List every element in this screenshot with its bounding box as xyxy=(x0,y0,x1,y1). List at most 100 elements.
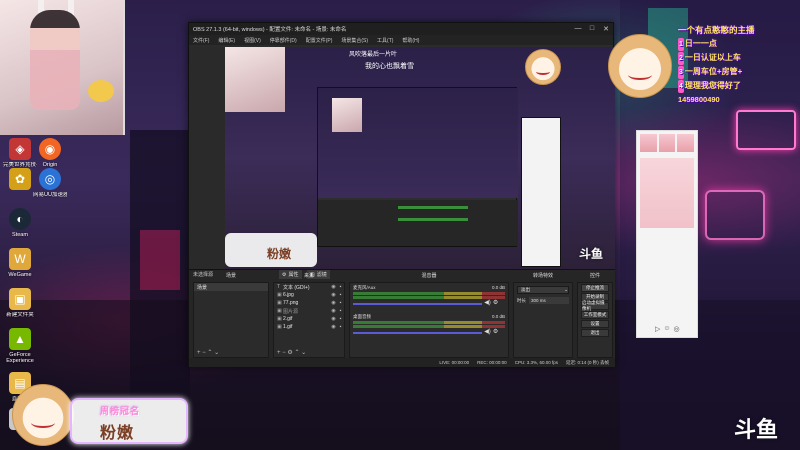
menu-view[interactable]: 视图(V) xyxy=(244,37,261,44)
uu-booster-icon: ◎ xyxy=(39,168,61,190)
stream-notice-overlay: 一个有点憨憨的主播 1 日一一点 2 一日认证以上车 3 一周车位+房管+ 4 理理我您… xyxy=(678,24,800,106)
gear-icon[interactable]: ⚙ xyxy=(493,299,498,306)
close-button[interactable]: ✕ xyxy=(599,25,613,33)
volume-slider[interactable] xyxy=(353,302,483,305)
speaker-icon[interactable]: ◀) xyxy=(484,328,491,335)
desktop-icon-geforce[interactable]: ▲ GeForce Experience xyxy=(3,328,37,365)
remove-icon[interactable]: − xyxy=(282,350,286,356)
volume-meter xyxy=(353,325,505,328)
notice-number: 2 xyxy=(678,52,684,65)
obs-preview[interactable]: 风吹落最后一片叶 我的心也飘着雪 粉嫩 斗鱼 xyxy=(225,47,615,269)
speaker-icon[interactable]: ◀) xyxy=(484,299,491,306)
badge-title: 周榜冠名 xyxy=(100,406,141,416)
desktop-icon-perfect-world[interactable]: ◈ 完美世界竞技平台 xyxy=(3,138,37,168)
settings-button[interactable]: 设置 xyxy=(581,320,609,328)
notice-text: 理理我您得好了 xyxy=(684,81,741,90)
menu-file[interactable]: 文件(F) xyxy=(193,37,209,44)
record-icon[interactable]: ◎ xyxy=(674,325,680,333)
eye-icon[interactable]: ◉ xyxy=(330,292,337,298)
desktop-icon-wegame[interactable]: W WeGame xyxy=(3,248,37,278)
menu-docks[interactable]: 停靠部件(D) xyxy=(270,37,297,44)
scene-name: 场景 xyxy=(197,284,208,291)
duration-row: 时长 300 ms xyxy=(517,297,569,304)
obs-titlebar[interactable]: OBS 27.1.3 (64-bit, windows) - 配置文件: 未命名… xyxy=(189,23,613,35)
menu-scene-collection[interactable]: 场景集合(S) xyxy=(341,37,368,44)
menu-tools[interactable]: 工具(T) xyxy=(377,37,393,44)
scenes-header: 场景 xyxy=(225,273,236,279)
obs-preview-side-area xyxy=(189,47,225,269)
lock-icon[interactable]: ▪ xyxy=(337,300,344,306)
chat-panel: ▷ ☺ ◎ xyxy=(636,130,698,338)
notice-text: 日一一点 xyxy=(684,39,717,48)
menu-profile[interactable]: 配置文件(P) xyxy=(306,37,333,44)
folder-icon: ▣ xyxy=(9,288,31,310)
chat-tools: ▷ ☺ ◎ xyxy=(655,325,680,333)
minimize-button[interactable]: — xyxy=(571,25,585,33)
transition-select[interactable]: 淡出 ⌄ xyxy=(517,286,569,294)
badge-name: 粉嫩 xyxy=(100,425,135,442)
perfect-world-icon: ◈ xyxy=(9,138,31,160)
preview-webcam xyxy=(225,47,285,112)
source-item[interactable]: ▣ 2.gif ◉ ▪ xyxy=(274,315,344,323)
notice-text: 一周车位+房管+ xyxy=(684,67,743,76)
notice-line: 4 理理我您得好了 xyxy=(678,79,800,93)
source-item[interactable]: ▣ 图片源 ◉ ▪ xyxy=(274,307,344,315)
chevron-down-icon: ⌄ xyxy=(564,287,568,292)
source-item[interactable]: ▣ 1.gif ◉ ▪ xyxy=(274,323,344,331)
live-timer: LIVE: 00:00:00 xyxy=(439,360,470,365)
exit-button[interactable]: 退出 xyxy=(581,329,609,337)
desktop-icon-new-folder[interactable]: ▣ 新建文件夹 xyxy=(3,288,37,318)
lock-icon[interactable]: ▪ xyxy=(337,316,344,322)
play-icon[interactable]: ▷ xyxy=(655,325,660,333)
menu-edit[interactable]: 编辑(E) xyxy=(218,37,235,44)
source-name: 6.jpg xyxy=(283,292,294,298)
menu-help[interactable]: 帮助(H) xyxy=(402,37,419,44)
source-item[interactable]: ▣ 77.png ◉ ▪ xyxy=(274,299,344,307)
desktop-icon-origin[interactable]: ◉ Origin xyxy=(33,138,67,168)
add-icon[interactable]: + xyxy=(197,350,201,356)
neon-sign xyxy=(736,110,796,150)
scene-item[interactable]: 场景 xyxy=(194,283,268,291)
nested-meter xyxy=(398,206,468,209)
arrow-up-icon[interactable]: ⌃ xyxy=(207,350,212,356)
eye-icon[interactable]: ◉ xyxy=(330,324,337,330)
lock-icon[interactable]: ▪ xyxy=(337,292,344,298)
volume-meter xyxy=(353,296,505,299)
add-icon[interactable]: + xyxy=(277,350,281,356)
controls-header: 控件 xyxy=(589,273,600,279)
duration-input[interactable]: 300 ms xyxy=(529,297,569,304)
source-item[interactable]: ▣ 6.jpg ◉ ▪ xyxy=(274,291,344,299)
gear-icon[interactable]: ⚙ xyxy=(493,328,498,335)
desktop-icon-label: 新建文件夹 xyxy=(6,312,34,318)
source-controls: + − ⚙ ⌃ ⌄ xyxy=(277,349,306,356)
remove-icon[interactable]: − xyxy=(202,350,206,356)
obs-menubar: 文件(F) 编辑(E) 视图(V) 停靠部件(D) 配置文件(P) 场景集合(S… xyxy=(189,35,613,45)
stop-streaming-button[interactable]: 停止推流 xyxy=(581,284,609,292)
gear-icon[interactable]: ⚙ xyxy=(287,350,292,356)
studio-mode-button[interactable]: 工作室模式 xyxy=(581,311,609,319)
emoji-icon[interactable]: ☺ xyxy=(663,325,670,333)
eye-icon[interactable]: ◉ xyxy=(330,300,337,306)
eye-icon[interactable]: ◉ xyxy=(330,284,337,290)
eye-icon[interactable]: ◉ xyxy=(330,316,337,322)
arrow-down-icon[interactable]: ⌄ xyxy=(301,350,306,356)
source-item[interactable]: T 文本 (GDI+) ◉ ▪ xyxy=(274,283,344,291)
arrow-down-icon[interactable]: ⌄ xyxy=(214,350,219,356)
volume-slider[interactable] xyxy=(353,331,483,334)
start-virtual-camera-button[interactable]: 启动虚拟摄像机 xyxy=(581,300,609,311)
preview-badge-name: 粉嫩 xyxy=(267,247,292,261)
notice-number: 3 xyxy=(678,66,684,79)
desktop-icon-label: WeGame xyxy=(8,272,32,278)
arrow-up-icon[interactable]: ⌃ xyxy=(294,350,299,356)
desktop-icon-app[interactable]: ✿ xyxy=(3,168,37,192)
chat-image xyxy=(640,158,694,228)
lock-icon[interactable]: ▪ xyxy=(337,308,344,314)
lock-icon[interactable]: ▪ xyxy=(337,284,344,290)
desktop-icon-uu-booster[interactable]: ◎ 网易UU加速器 xyxy=(33,168,67,198)
notice-title: 一个有点憨憨的主播 xyxy=(678,25,755,35)
volume-meter xyxy=(353,292,505,295)
maximize-button[interactable]: □ xyxy=(585,25,599,33)
eye-icon[interactable]: ◉ xyxy=(330,308,337,314)
desktop-icon-steam[interactable]: ◐ Steam xyxy=(3,208,37,238)
lock-icon[interactable]: ▪ xyxy=(337,324,344,330)
